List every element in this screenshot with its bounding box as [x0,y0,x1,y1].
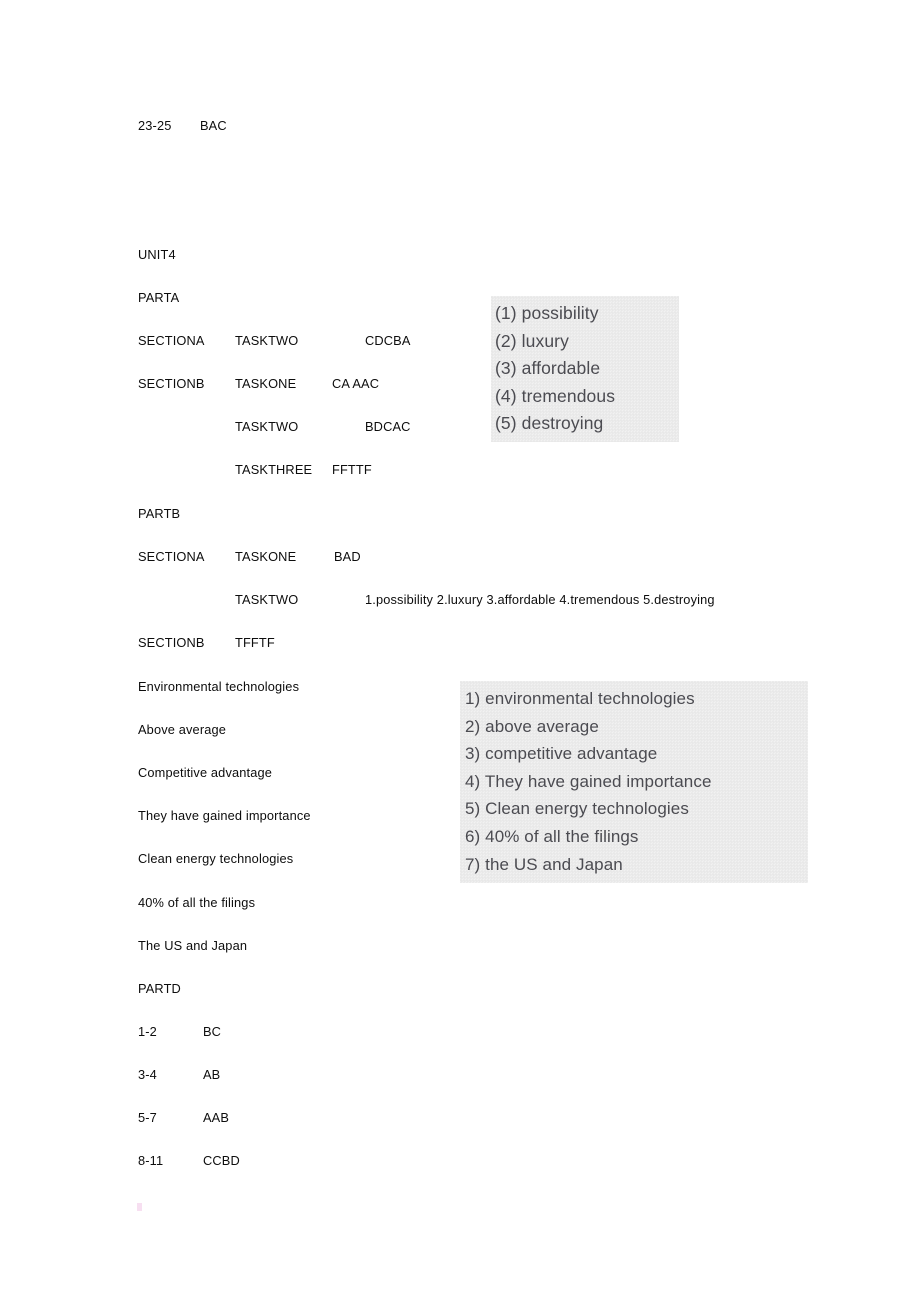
section-a-label: SECTIONA [138,333,205,348]
heading-part-b: PARTB [138,506,181,521]
section-b-taskthree-answer: FFTTF [332,462,372,477]
embedded-two-item-7: 7) the US and Japan [465,854,623,874]
answer-label-8-11: 8-11 [138,1153,164,1168]
partb-section-a-label: SECTIONA [138,549,205,564]
scan-artifact [137,1203,142,1211]
answer-line-40-percent-of-all-the-filings: 40% of all the filings [138,895,256,910]
document-page: 23-25 BAC UNIT4 PARTA SECTIONA TASKTWO C… [0,0,920,1302]
partb-section-b-label: SECTIONB [138,635,205,650]
embedded-two-item-2: 2) above average [465,716,599,736]
embedded-two-item-3: 3) competitive advantage [465,744,658,764]
embedded-one-item-4: (4) tremendous [495,385,616,406]
section-b-tasktwo-answer: BDCAC [365,419,411,434]
embedded-two-item-1: 1) environmental technologies [465,689,695,708]
section-b-taskone-label: TASKONE [235,376,297,391]
answer-label-23-25: 23-25 [138,118,172,133]
answer-label-1-2: 1-2 [138,1024,157,1039]
answer-line-environmental-technologies: Environmental technologies [138,679,300,694]
partb-section-b-answer: TFFTF [235,635,275,650]
answer-value-5-7: AAB [203,1110,230,1125]
embedded-one-item-2: (2) luxury [495,330,569,351]
answer-line-the-us-and-japan: The US and Japan [138,938,248,953]
section-b-tasktwo-label: TASKTWO [235,419,299,434]
embedded-two-item-4: 4) They have gained importance [465,771,712,791]
partb-section-a-tasktwo-answer: 1.possibility 2.luxury 3.affordable 4.tr… [365,592,715,607]
section-a-tasktwo-label: TASKTWO [235,333,299,348]
embedded-one-item-5: (5) destroying [495,413,604,434]
answer-line-competitive-advantage: Competitive advantage [138,765,273,780]
answer-value-8-11: CCBD [203,1153,240,1168]
embedded-one-item-1: (1) possibility [495,303,599,323]
embedded-two-item-5: 5) Clean energy technologies [465,799,689,819]
partb-section-a-taskone-answer: BAD [334,549,361,564]
embedded-two-item-6: 6) 40% of all the filings [465,826,639,846]
answer-label-5-7: 5-7 [138,1110,157,1125]
heading-part-d: PARTD [138,981,181,996]
answer-value-23-25: BAC [200,118,227,133]
section-a-tasktwo-answer: CDCBA [365,333,411,348]
answer-value-1-2: BC [203,1024,222,1039]
section-b-taskthree-label: TASKTHREE [235,462,313,477]
heading-unit4: UNIT4 [138,247,176,262]
partb-section-a-taskone-label: TASKONE [235,549,297,564]
partb-section-a-tasktwo-label: TASKTWO [235,592,299,607]
heading-part-a: PARTA [138,290,180,305]
answer-label-3-4: 3-4 [138,1067,157,1082]
section-b-label: SECTIONB [138,376,205,391]
answer-value-3-4: AB [203,1067,221,1082]
answer-line-clean-energy-technologies: Clean energy technologies [138,851,294,866]
section-b-taskone-answer: CA AAC [332,376,380,391]
embedded-answer-image-one: (1) possibility (2) luxury (3) affordabl… [491,296,679,442]
embedded-answer-image-two: 1) environmental technologies 2) above a… [460,681,808,883]
answer-line-they-have-gained-importance: They have gained importance [138,808,311,823]
embedded-one-item-3: (3) affordable [495,358,601,379]
answer-line-above-average: Above average [138,722,227,737]
